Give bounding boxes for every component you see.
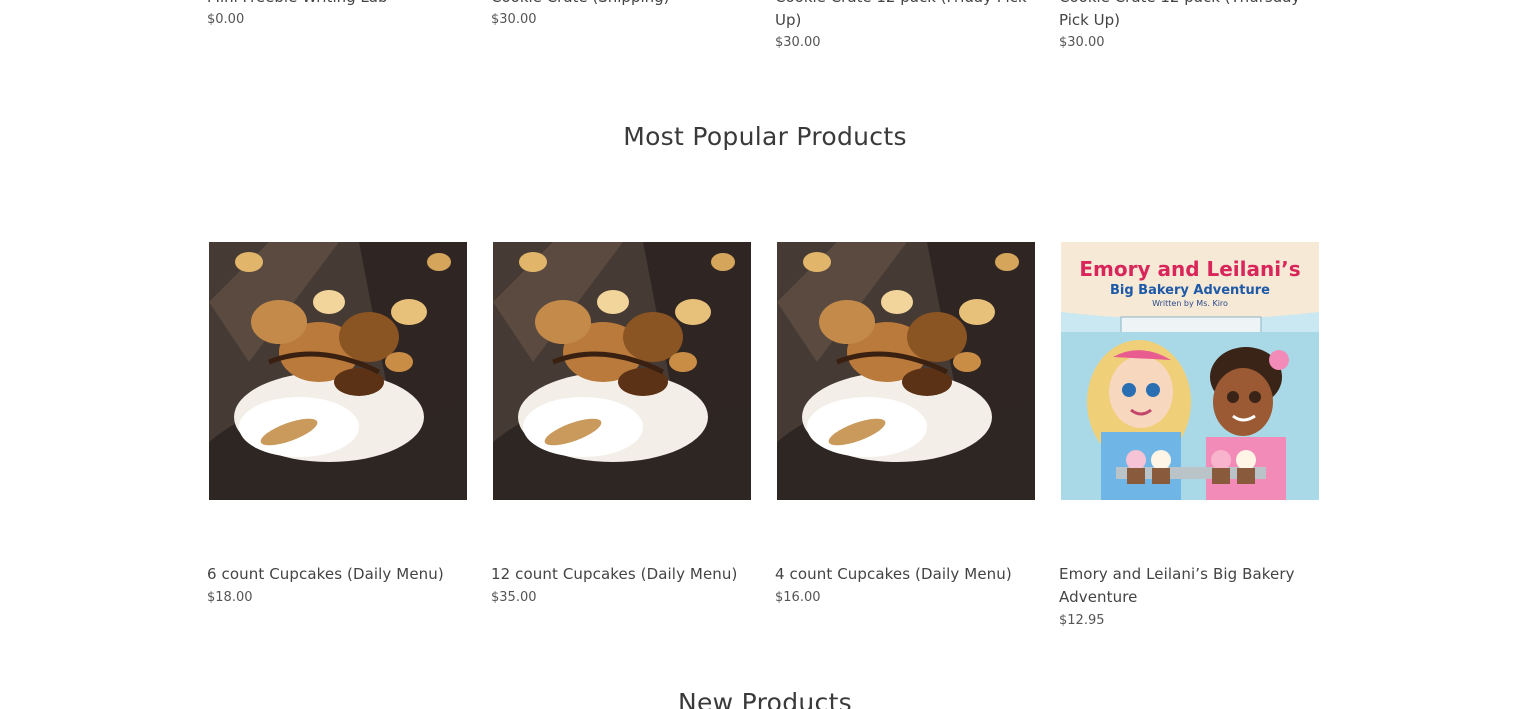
most-popular-products-grid: 6 count Cupcakes (Daily Menu) $18.00 12 …	[207, 242, 1323, 628]
most-popular-heading: Most Popular Products	[623, 122, 907, 151]
product-image-cupcake[interactable]	[493, 242, 751, 500]
cupcake-photo	[209, 242, 467, 500]
product-title[interactable]: 6 count Cupcakes (Daily Menu)	[207, 563, 467, 586]
product-image-cupcake[interactable]	[209, 242, 467, 500]
product-card[interactable]: Emory and Leilani’s Big Bakery Adventure…	[1059, 242, 1319, 628]
product-price: $18.00	[207, 590, 253, 605]
product-price: $0.00	[207, 12, 245, 27]
product-price: $35.00	[491, 590, 537, 605]
book-title-line2: Big Bakery Adventure	[1110, 283, 1270, 298]
product-image-book[interactable]: Emory and Leilani’s Big Bakery Adventure…	[1061, 242, 1319, 500]
product-card[interactable]: Cookie Crate 12 pack (Friday Pick Up) $3…	[775, 0, 1035, 50]
book-byline: Written by Ms. Kiro	[1152, 299, 1228, 308]
product-title[interactable]: 12 count Cupcakes (Daily Menu)	[491, 563, 751, 586]
product-price: $16.00	[775, 590, 821, 605]
product-price: $30.00	[491, 12, 537, 27]
product-price: $30.00	[775, 35, 821, 50]
book-cover: Emory and Leilani’s Big Bakery Adventure…	[1061, 242, 1319, 500]
product-card[interactable]: Cookie Crate 12 pack (Thursday Pick Up) …	[1059, 0, 1319, 50]
product-title[interactable]: Cookie Crate 12 pack (Thursday Pick Up)	[1059, 0, 1319, 32]
book-title-line1: Emory and Leilani’s	[1079, 257, 1300, 281]
cupcake-photo	[777, 242, 1035, 500]
product-card[interactable]: Cookie Crate (Shipping) $30.00	[491, 0, 751, 50]
product-price: $12.95	[1059, 613, 1105, 628]
product-card[interactable]: 12 count Cupcakes (Daily Menu) $35.00	[491, 242, 751, 628]
product-card[interactable]: Mini Freebie Writing Lab $0.00	[207, 0, 467, 50]
product-title[interactable]: Emory and Leilani’s Big Bakery Adventure	[1059, 563, 1319, 609]
cupcake-photo	[493, 242, 751, 500]
product-title[interactable]: Cookie Crate (Shipping)	[491, 0, 751, 9]
new-products-heading: New Products	[677, 688, 853, 709]
product-title[interactable]: 4 count Cupcakes (Daily Menu)	[775, 563, 1035, 586]
product-title[interactable]: Cookie Crate 12 pack (Friday Pick Up)	[775, 0, 1035, 32]
product-price: $30.00	[1059, 35, 1105, 50]
previous-products-row: Mini Freebie Writing Lab $0.00 Cookie Cr…	[207, 0, 1323, 50]
page: Mini Freebie Writing Lab $0.00 Cookie Cr…	[0, 0, 1530, 709]
product-image-cupcake[interactable]	[777, 242, 1035, 500]
product-card[interactable]: 4 count Cupcakes (Daily Menu) $16.00	[775, 242, 1035, 628]
product-card[interactable]: 6 count Cupcakes (Daily Menu) $18.00	[207, 242, 467, 628]
product-title[interactable]: Mini Freebie Writing Lab	[207, 0, 467, 9]
